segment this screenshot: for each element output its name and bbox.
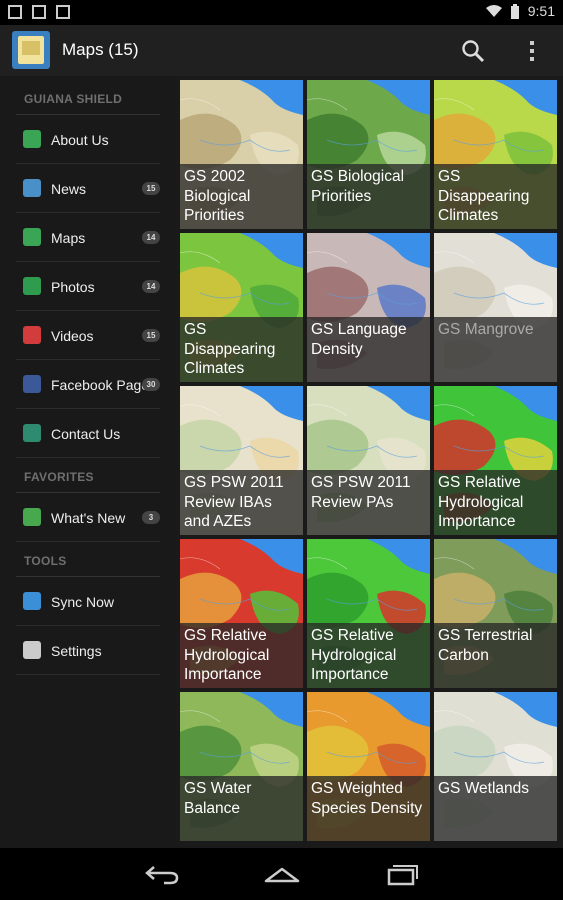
battery-icon	[510, 3, 519, 19]
map-tile[interactable]: GS Disappearing Climates	[434, 80, 557, 229]
page-title: Maps (15)	[62, 40, 139, 59]
map-tile[interactable]: GS Disappearing Climates	[180, 233, 303, 382]
count-badge: 30	[142, 378, 160, 391]
map-tile[interactable]: GS Terrestrial Carbon	[434, 539, 557, 688]
wifi-icon	[485, 5, 502, 17]
maps-grid: GS 2002 Biological Priorities GS Biologic…	[176, 76, 563, 848]
map-tile[interactable]: GS PSW 2011 Review PAs	[307, 386, 430, 535]
map-tile-label: GS Wetlands	[434, 776, 557, 841]
map-tile-label: GS 2002 Biological Priorities	[180, 164, 303, 229]
map-tile-label: GS Terrestrial Carbon	[434, 623, 557, 688]
drawer-item-maps[interactable]: Maps 14	[16, 213, 160, 262]
map-tile-label: GS Water Balance	[180, 776, 303, 841]
drawer-item-contact-us[interactable]: Contact Us	[16, 409, 160, 458]
count-badge: 15	[142, 182, 160, 195]
drawer-item-news[interactable]: News 15	[16, 164, 160, 213]
drawer-section-heading: GUIANA SHIELD	[24, 92, 123, 106]
map-tile[interactable]: GS Mangrove	[434, 233, 557, 382]
status-indicators: 9:51	[485, 3, 555, 19]
map-tile[interactable]: GS PSW 2011 Review IBAs and AZEs	[180, 386, 303, 535]
map-tile[interactable]: GS Biological Priorities	[307, 80, 430, 229]
map-tile[interactable]: GS Relative Hydrological Importance	[307, 539, 430, 688]
map-tile[interactable]: GS Relative Hydrological Importance	[180, 539, 303, 688]
status-bar: 9:51	[0, 0, 563, 25]
drawer-item-videos[interactable]: Videos 15	[16, 311, 160, 360]
navigation-bar	[0, 848, 563, 900]
map-tile[interactable]: GS Water Balance	[180, 692, 303, 841]
drawer-item-label: Maps	[51, 230, 86, 246]
drawer-item-label: Settings	[51, 643, 102, 659]
photos-icon	[23, 277, 41, 295]
map-tile[interactable]: GS Wetlands	[434, 692, 557, 841]
info-icon	[23, 130, 41, 148]
maps-icon	[23, 228, 41, 246]
navigation-drawer: GUIANA SHIELD About Us News 15 Maps 14 Photos 1…	[0, 76, 176, 848]
map-tile-label: GS Mangrove	[434, 317, 557, 382]
search-icon[interactable]	[461, 39, 485, 63]
drawer-item-facebook-page[interactable]: Facebook Page 30	[16, 360, 160, 409]
sync-icon	[23, 592, 41, 610]
facebook-icon	[23, 375, 41, 393]
drawer-section-heading: TOOLS	[24, 554, 67, 568]
map-tile[interactable]: GS Language Density	[307, 233, 430, 382]
drawer-item-label: Facebook Page	[51, 377, 150, 393]
map-tile[interactable]: GS Relative Hydrological Importance	[434, 386, 557, 535]
map-tile-label: GS Relative Hydrological Importance	[307, 623, 430, 688]
app-logo-icon[interactable]	[12, 31, 50, 69]
count-badge: 3	[142, 511, 160, 524]
notification-mail-icon	[56, 5, 70, 19]
map-tile-label: GS Language Density	[307, 317, 430, 382]
map-tile-label: GS Disappearing Climates	[180, 317, 303, 382]
map-tile-label: GS Weighted Species Density	[307, 776, 430, 841]
notification-window-icon	[8, 5, 22, 19]
drawer-item-what-s-new[interactable]: What's New 3	[16, 493, 160, 542]
overflow-menu-icon[interactable]	[524, 39, 540, 63]
map-tile[interactable]: GS Weighted Species Density	[307, 692, 430, 841]
recent-apps-icon[interactable]	[382, 862, 422, 886]
back-icon[interactable]	[142, 862, 182, 886]
map-tile-label: GS PSW 2011 Review IBAs and AZEs	[180, 470, 303, 535]
drawer-item-label: Photos	[51, 279, 95, 295]
count-badge: 14	[142, 280, 160, 293]
map-tile-label: GS Relative Hydrological Importance	[180, 623, 303, 688]
clock: 9:51	[527, 3, 555, 19]
settings-icon	[23, 641, 41, 659]
drawer-item-photos[interactable]: Photos 14	[16, 262, 160, 311]
drawer-section-heading: FAVORITES	[24, 470, 94, 484]
map-tile[interactable]: GS 2002 Biological Priorities	[180, 80, 303, 229]
map-tile-label: GS Relative Hydrological Importance	[434, 470, 557, 535]
notification-image-icon	[32, 5, 46, 19]
action-bar: Maps (15)	[0, 25, 563, 76]
drawer-item-label: Contact Us	[51, 426, 121, 442]
drawer-item-settings[interactable]: Settings	[16, 626, 160, 675]
drawer-item-label: Sync Now	[51, 594, 115, 610]
whats-new-icon	[23, 508, 41, 526]
contact-icon	[23, 424, 41, 442]
drawer-item-sync-now[interactable]: Sync Now	[16, 577, 160, 626]
notification-icons	[8, 5, 70, 19]
map-tile-label: GS PSW 2011 Review PAs	[307, 470, 430, 535]
count-badge: 15	[142, 329, 160, 342]
home-icon[interactable]	[262, 862, 302, 886]
drawer-item-label: About Us	[51, 132, 109, 148]
map-tile-label: GS Biological Priorities	[307, 164, 430, 229]
videos-icon	[23, 326, 41, 344]
drawer-item-label: What's New	[51, 510, 126, 526]
drawer-item-label: News	[51, 181, 87, 197]
count-badge: 14	[142, 231, 160, 244]
drawer-item-label: Videos	[51, 328, 94, 344]
map-tile-label: GS Disappearing Climates	[434, 164, 557, 229]
news-icon	[23, 179, 41, 197]
drawer-item-about-us[interactable]: About Us	[16, 115, 160, 164]
